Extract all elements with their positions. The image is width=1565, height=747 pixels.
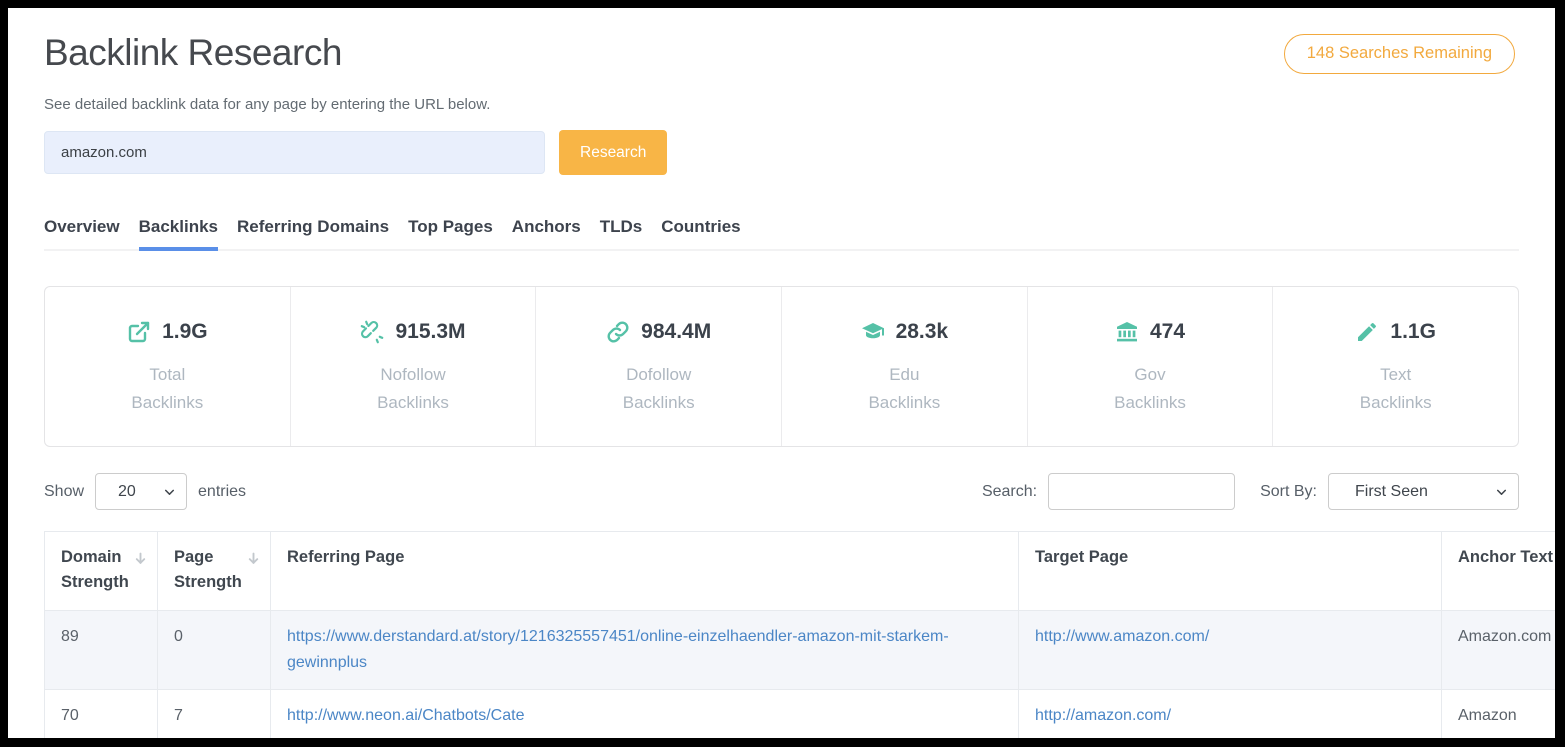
tab-label: Backlinks	[139, 217, 218, 236]
entries-select[interactable]: 20	[95, 473, 187, 510]
stat-edu-backlinks: 28.3k EduBacklinks	[782, 287, 1028, 446]
referring-page-link[interactable]: https://www.derstandard.at/story/1216325…	[287, 628, 949, 671]
search-form: Research	[44, 130, 1519, 175]
column-header-domain-strength[interactable]: Domain Strength	[45, 532, 158, 611]
table-search-input[interactable]	[1048, 473, 1235, 510]
page-header: Backlink Research 148 Searches Remaining	[44, 8, 1519, 74]
target-page-link[interactable]: http://www.amazon.com/	[1035, 628, 1209, 645]
entries-label: entries	[198, 483, 246, 501]
stat-value: 1.1G	[1390, 320, 1436, 344]
entries-select-value: 20	[118, 483, 136, 501]
tab-referring-domains[interactable]: Referring Domains	[237, 217, 389, 249]
show-label: Show	[44, 483, 84, 501]
anchor-text-cell: Amazon.com	[1442, 611, 1556, 690]
graduation-cap-icon	[861, 320, 885, 344]
link-icon	[606, 320, 630, 344]
tab-label: Countries	[661, 217, 740, 236]
backlinks-table-wrap: Domain StrengthPage StrengthReferring Pa…	[44, 531, 1519, 738]
tab-label: Referring Domains	[237, 217, 389, 236]
page-strength-cell: 7	[158, 690, 271, 739]
stat-value: 915.3M	[395, 320, 465, 344]
tab-backlinks[interactable]: Backlinks	[139, 217, 218, 249]
table-row: 70 7 http://www.neon.ai/Chatbots/Cate ht…	[45, 690, 1556, 739]
chevron-down-icon	[163, 485, 176, 498]
stat-label: GovBacklinks	[1028, 361, 1273, 417]
referring-page-cell: https://www.derstandard.at/story/1216325…	[271, 611, 1019, 690]
stat-text-backlinks: 1.1G TextBacklinks	[1273, 287, 1518, 446]
searches-remaining-badge: 148 Searches Remaining	[1284, 34, 1515, 74]
column-header-target-page[interactable]: Target Page	[1019, 532, 1442, 611]
tab-countries[interactable]: Countries	[661, 217, 740, 249]
stat-label: TotalBacklinks	[45, 361, 290, 417]
stat-label: DofollowBacklinks	[536, 361, 781, 417]
pencil-icon	[1355, 320, 1379, 344]
stat-value: 1.9G	[162, 320, 208, 344]
stat-nofollow-backlinks: 915.3M NofollowBacklinks	[291, 287, 537, 446]
tab-label: TLDs	[600, 217, 643, 236]
entries-control: Show 20 entries	[44, 473, 246, 510]
domain-strength-cell: 70	[45, 690, 158, 739]
table-controls: Show 20 entries Search: Sort By: First S…	[44, 473, 1519, 510]
page-strength-cell: 0	[158, 611, 271, 690]
bank-icon	[1115, 320, 1139, 344]
stat-label: NofollowBacklinks	[291, 361, 536, 417]
stat-value: 984.4M	[641, 320, 711, 344]
url-input[interactable]	[44, 131, 545, 174]
app-window: Backlink Research 148 Searches Remaining…	[8, 8, 1555, 738]
tab-top-pages[interactable]: Top Pages	[408, 217, 493, 249]
tab-label: Top Pages	[408, 217, 493, 236]
column-header-page-strength[interactable]: Page Strength	[158, 532, 271, 611]
backlinks-table: Domain StrengthPage StrengthReferring Pa…	[44, 531, 1555, 738]
stat-label: EduBacklinks	[782, 361, 1027, 417]
page-subtitle: See detailed backlink data for any page …	[44, 96, 1519, 113]
column-header-referring-page[interactable]: Referring Page	[271, 532, 1019, 611]
page-title: Backlink Research	[44, 32, 342, 74]
tabs: Overview Backlinks Referring Domains Top Pa…	[44, 217, 1519, 251]
chevron-down-icon	[1495, 485, 1508, 498]
tab-overview[interactable]: Overview	[44, 217, 120, 249]
sort-down-icon[interactable]	[133, 549, 148, 564]
referring-page-cell: http://www.neon.ai/Chatbots/Cate	[271, 690, 1019, 739]
stat-value: 474	[1150, 320, 1185, 344]
sort-down-icon[interactable]	[246, 549, 261, 564]
stat-dofollow-backlinks: 984.4M DofollowBacklinks	[536, 287, 782, 446]
stats-card: 1.9G TotalBacklinks 915.3M NofollowBackl…	[44, 286, 1519, 447]
tab-label: Overview	[44, 217, 120, 236]
search-sort-controls: Search: Sort By: First Seen	[982, 473, 1519, 510]
sort-by-select[interactable]: First Seen	[1328, 473, 1519, 510]
target-page-link[interactable]: http://amazon.com/	[1035, 707, 1171, 724]
tab-tlds[interactable]: TLDs	[600, 217, 643, 249]
anchor-text-cell: Amazon	[1442, 690, 1556, 739]
target-page-cell: http://amazon.com/	[1019, 690, 1442, 739]
stat-label: TextBacklinks	[1273, 361, 1518, 417]
table-body: 89 0 https://www.derstandard.at/story/12…	[45, 611, 1556, 739]
referring-page-link[interactable]: http://www.neon.ai/Chatbots/Cate	[287, 707, 524, 724]
stat-total-backlinks: 1.9G TotalBacklinks	[45, 287, 291, 446]
table-row: 89 0 https://www.derstandard.at/story/12…	[45, 611, 1556, 690]
tab-anchors[interactable]: Anchors	[512, 217, 581, 249]
external-link-icon	[127, 320, 151, 344]
stat-gov-backlinks: 474 GovBacklinks	[1028, 287, 1274, 446]
column-header-anchor-text[interactable]: Anchor Text	[1442, 532, 1556, 611]
domain-strength-cell: 89	[45, 611, 158, 690]
target-page-cell: http://www.amazon.com/	[1019, 611, 1442, 690]
research-button[interactable]: Research	[559, 130, 667, 175]
broken-link-icon	[360, 320, 384, 344]
sort-by-label: Sort By:	[1260, 483, 1317, 501]
table-header-row: Domain StrengthPage StrengthReferring Pa…	[45, 532, 1556, 611]
stat-value: 28.3k	[896, 320, 949, 344]
tab-label: Anchors	[512, 217, 581, 236]
sort-by-select-value: First Seen	[1355, 483, 1428, 501]
search-label: Search:	[982, 483, 1037, 501]
